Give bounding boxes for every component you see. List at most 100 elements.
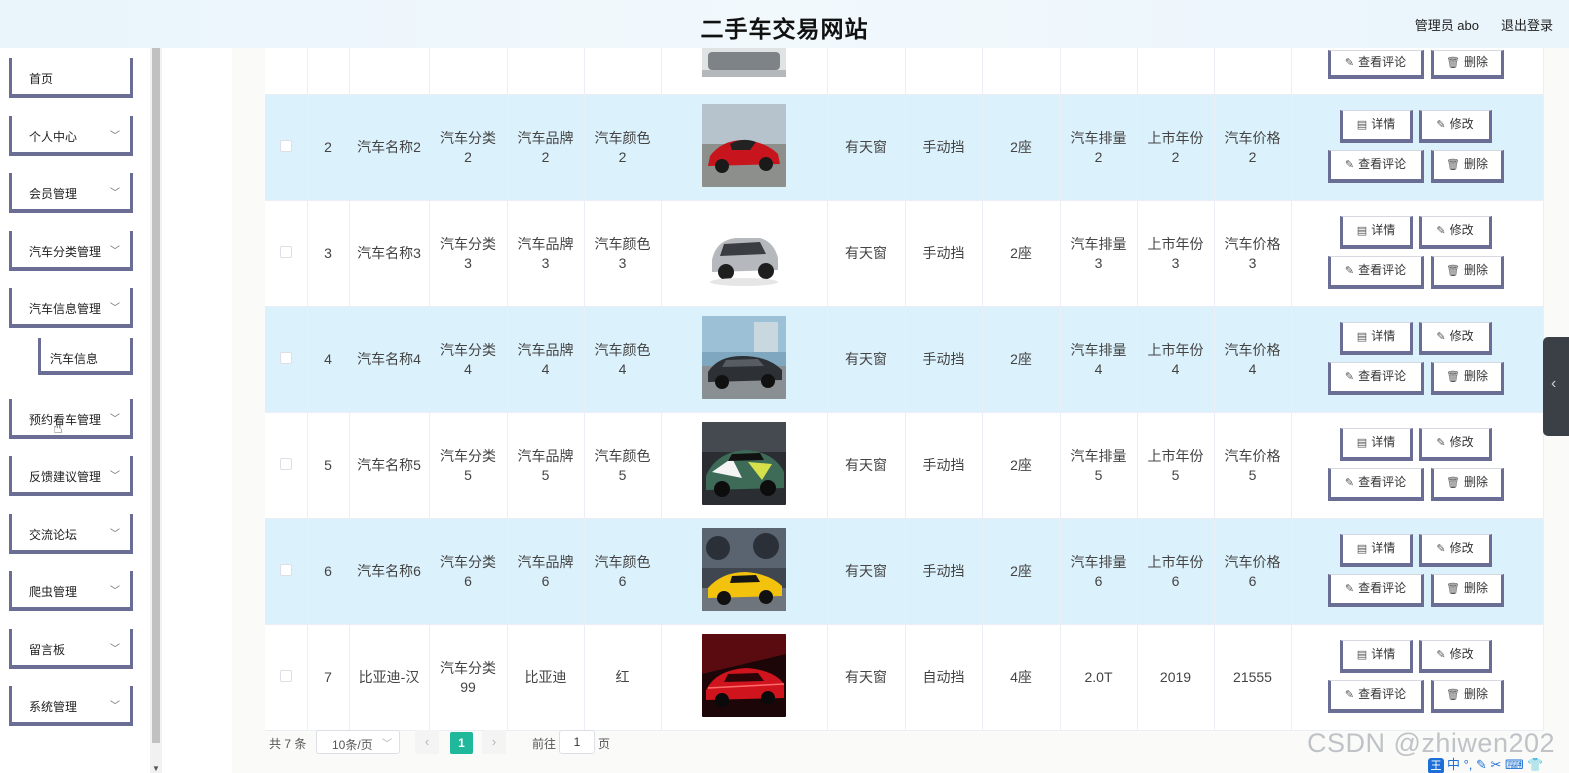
detail-button[interactable]: ▤ 详情: [1339, 428, 1413, 461]
row-checkbox[interactable]: [279, 140, 292, 152]
ime-toolbar[interactable]: 王中 °, ✎ ✂ ⌨ 👕: [1428, 754, 1569, 773]
delete-button[interactable]: 🗑 删除: [1430, 574, 1504, 607]
edit-button[interactable]: ✎ 修改: [1418, 534, 1492, 567]
prev-page-button[interactable]: ‹: [415, 730, 439, 754]
table-cell-gearbox: 自动挡: [905, 624, 983, 731]
cell-text: 上市年份 6: [1147, 553, 1204, 589]
table-cell-price: 汽车价格 6: [1214, 518, 1292, 625]
table-cell: [982, 48, 1061, 95]
trash-icon: 🗑: [1446, 159, 1460, 171]
button-label: 删除: [1463, 55, 1488, 69]
sidebar-subitem-car-info[interactable]: 汽车信息: [38, 338, 133, 375]
car-image[interactable]: [702, 633, 786, 717]
sidebar-item-message-board[interactable]: 留言板 ﹀: [9, 629, 133, 669]
document-icon: ▤: [1356, 649, 1368, 661]
delete-button[interactable]: 🗑 删除: [1430, 256, 1504, 289]
delete-button[interactable]: 🗑 删除: [1430, 150, 1504, 183]
detail-button[interactable]: ▤ 详情: [1339, 322, 1413, 355]
table-cell-seats: 2座: [982, 518, 1061, 625]
trash-icon: 🗑: [1446, 57, 1460, 69]
sidebar-scrollbar[interactable]: ▼: [150, 48, 162, 773]
next-page-button[interactable]: ›: [482, 730, 506, 754]
delete-button[interactable]: 🗑 删除: [1430, 362, 1504, 395]
view-comments-button[interactable]: ✎ 查看评论: [1327, 256, 1424, 289]
view-comments-button[interactable]: ✎ 查看评论: [1327, 362, 1424, 395]
sidebar-item-member-management[interactable]: 会员管理 ﹀: [9, 173, 133, 213]
view-comments-button[interactable]: ✎ 查看评论: [1327, 680, 1424, 713]
goto-page-input[interactable]: 1: [559, 730, 595, 754]
detail-button[interactable]: ▤ 详情: [1339, 534, 1413, 567]
delete-button[interactable]: 🗑 删除: [1430, 50, 1504, 79]
edit-button[interactable]: ✎ 修改: [1418, 110, 1492, 143]
cell-text: 21555: [1233, 669, 1272, 685]
view-comments-button[interactable]: ✎ 查看评论: [1327, 574, 1424, 607]
table-cell-name: 汽车名称2: [349, 94, 430, 201]
car-image[interactable]: [702, 103, 786, 187]
page-size-select[interactable]: 10条/页 ﹀: [316, 730, 400, 754]
sidebar-item-car-category-management[interactable]: 汽车分类管理 ﹀: [9, 231, 133, 271]
car-image[interactable]: [702, 527, 786, 611]
car-image[interactable]: [702, 421, 786, 505]
table-cell-year: 2019: [1137, 624, 1215, 731]
row-checkbox[interactable]: [279, 352, 292, 364]
table-cell-color: 汽车颜色 6: [584, 518, 662, 625]
button-label: 修改: [1449, 541, 1474, 555]
row-checkbox[interactable]: [279, 246, 292, 258]
view-comments-button[interactable]: ✎ 查看评论: [1327, 50, 1424, 79]
scroll-down-arrow-icon[interactable]: ▼: [152, 764, 160, 773]
detail-button[interactable]: ▤ 详情: [1339, 216, 1413, 249]
row-checkbox[interactable]: [279, 670, 292, 682]
sidebar-item-forum[interactable]: 交流论坛 ﹀: [9, 514, 133, 554]
edit-button[interactable]: ✎ 修改: [1418, 428, 1492, 461]
car-image-cell: [661, 94, 828, 201]
edit-button[interactable]: ✎ 修改: [1418, 640, 1492, 673]
chevron-down-icon: ﹀: [110, 131, 120, 142]
sidebar-item-car-info-management[interactable]: 汽车信息管理 ﹀: [9, 288, 133, 328]
cell-text: 汽车名称2: [357, 139, 421, 155]
table-cell-brand: 汽车品牌 3: [507, 200, 585, 307]
table-cell-category: 汽车分类 3: [429, 200, 508, 307]
cell-text: 汽车分类 99: [440, 659, 496, 695]
operations-cell: ▤ 详情 ✎ 修改 ✎ 查看评论 🗑 删除: [1291, 94, 1544, 201]
chevron-down-icon: ﹀: [110, 471, 120, 482]
cell-text: 汽车排量 2: [1070, 129, 1127, 165]
edit-icon: ✎: [1436, 649, 1446, 661]
sidebar-scrollbar-thumb[interactable]: [152, 48, 160, 743]
table-cell-year: 上市年份 5: [1137, 412, 1215, 519]
sidebar-item-home[interactable]: 首页: [9, 58, 133, 98]
cell-text: 2: [324, 139, 332, 155]
logout-link[interactable]: 退出登录: [1501, 15, 1553, 34]
sidebar-item-crawler-management[interactable]: 爬虫管理 ﹀: [9, 571, 133, 611]
button-label: 修改: [1449, 117, 1474, 131]
table-cell-brand: 汽车品牌 6: [507, 518, 585, 625]
edit-button[interactable]: ✎ 修改: [1418, 216, 1492, 249]
sidebar-item-feedback-management[interactable]: 反馈建议管理 ﹀: [9, 456, 133, 496]
button-label: 删除: [1463, 263, 1488, 277]
current-page-button[interactable]: 1: [450, 732, 473, 754]
edit-button[interactable]: ✎ 修改: [1418, 322, 1492, 355]
sidebar-item-label: 汽车信息: [50, 352, 99, 366]
car-image[interactable]: [702, 209, 786, 293]
detail-button[interactable]: ▤ 详情: [1339, 110, 1413, 143]
delete-button[interactable]: 🗑 删除: [1430, 468, 1504, 501]
detail-button[interactable]: ▤ 详情: [1339, 640, 1413, 673]
view-comments-button[interactable]: ✎ 查看评论: [1327, 468, 1424, 501]
car-image[interactable]: [702, 315, 786, 399]
table-cell-gearbox: 手动挡: [905, 306, 983, 413]
cell-text: 汽车价格 5: [1224, 447, 1281, 483]
sidebar-item-viewing-appointment-management[interactable]: 预约看车管理 ﹀: [9, 399, 133, 439]
sidebar-item-personal-center[interactable]: 个人中心 ﹀: [9, 116, 133, 156]
delete-button[interactable]: 🗑 删除: [1430, 680, 1504, 713]
sidebar-item-system-management[interactable]: 系统管理 ﹀: [9, 686, 133, 726]
side-collapse-tab[interactable]: ‹: [1543, 337, 1569, 436]
sidebar-item-label: 留言板: [29, 643, 66, 657]
pointer-hand-icon: ☝: [53, 420, 63, 437]
row-checkbox[interactable]: [279, 458, 292, 470]
sidebar-item-label: 个人中心: [29, 130, 78, 144]
row-checkbox[interactable]: [279, 564, 292, 576]
table-cell: [584, 48, 662, 95]
view-comments-button[interactable]: ✎ 查看评论: [1327, 150, 1424, 183]
edit-icon: ✎: [1344, 265, 1355, 277]
cell-text: 手动挡: [922, 563, 965, 579]
cell-text: 汽车排量 4: [1070, 341, 1127, 377]
